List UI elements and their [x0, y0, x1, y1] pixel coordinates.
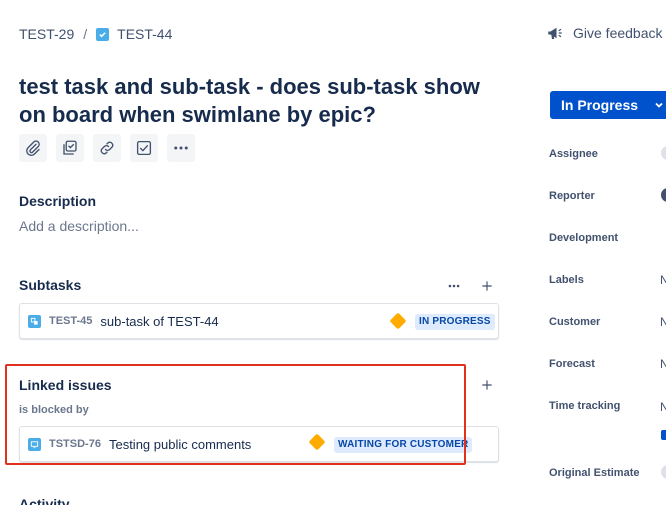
- service-request-icon: [28, 437, 41, 451]
- subtasks-more-button[interactable]: [444, 276, 464, 296]
- more-icon: [448, 284, 460, 288]
- priority-medium-icon: [389, 312, 407, 330]
- breadcrumb-separator: /: [83, 26, 88, 42]
- status-dropdown-button[interactable]: In Progress: [550, 91, 666, 119]
- original-estimate-label: Original Estimate: [549, 467, 640, 479]
- customer-label: Customer: [549, 316, 601, 328]
- subtask-type-icon: [28, 314, 41, 328]
- forecast-value[interactable]: N: [660, 357, 666, 371]
- breadcrumb-parent-link[interactable]: TEST-29: [19, 26, 74, 42]
- reporter-avatar[interactable]: [661, 188, 666, 202]
- megaphone-icon: [548, 27, 562, 39]
- forecast-label: Forecast: [549, 358, 595, 370]
- give-feedback-label: Give feedback: [573, 25, 663, 41]
- more-actions-button[interactable]: [167, 134, 195, 162]
- add-subtask-button[interactable]: [56, 134, 84, 162]
- issue-title[interactable]: test task and sub-task - does sub-task s…: [19, 73, 499, 129]
- link-icon: [100, 141, 114, 155]
- subtask-summary[interactable]: sub-task of TEST-44: [100, 314, 218, 329]
- assignee-avatar[interactable]: [661, 146, 666, 160]
- description-field[interactable]: Add a description...: [19, 218, 139, 234]
- priority-medium-icon: [308, 433, 326, 451]
- attach-button[interactable]: [19, 134, 47, 162]
- breadcrumb: TEST-29 / TEST-44: [19, 26, 172, 42]
- issue-toolbar: [19, 134, 195, 162]
- labels-value[interactable]: N: [660, 273, 666, 287]
- checkbox-icon: [136, 140, 152, 156]
- add-linked-issue-button[interactable]: [477, 375, 497, 395]
- task-type-icon: [96, 27, 110, 41]
- subtasks-heading: Subtasks: [19, 277, 82, 293]
- chevron-down-icon: [655, 102, 663, 108]
- plus-icon: [482, 281, 492, 291]
- reporter-label: Reporter: [549, 190, 595, 202]
- checklist-button[interactable]: [130, 134, 158, 162]
- subtask-row[interactable]: TEST-45 sub-task of TEST-44 IN PROGRESS: [19, 303, 499, 339]
- linked-issue-summary[interactable]: Testing public comments: [109, 437, 251, 452]
- linked-issue-status-lozenge[interactable]: WAITING FOR CUSTOMER: [334, 437, 473, 453]
- link-issue-button[interactable]: [93, 134, 121, 162]
- linked-issue-row[interactable]: TSTSD-76 Testing public comments WAITING…: [19, 426, 499, 462]
- linked-issues-heading: Linked issues: [19, 377, 112, 393]
- development-label: Development: [549, 232, 619, 244]
- paperclip-icon: [26, 140, 40, 156]
- more-icon: [174, 146, 188, 150]
- time-tracking-checkbox[interactable]: [661, 430, 666, 440]
- original-estimate-toggle[interactable]: [661, 465, 666, 479]
- time-tracking-value[interactable]: N: [660, 400, 666, 414]
- add-subtask-plus-button[interactable]: [477, 276, 497, 296]
- labels-label: Labels: [549, 274, 584, 286]
- breadcrumb-current-link[interactable]: TEST-44: [117, 26, 172, 42]
- assignee-label: Assignee: [549, 148, 598, 160]
- link-relation-label: is blocked by: [19, 404, 89, 416]
- linked-issue-key[interactable]: TSTSD-76: [49, 438, 101, 450]
- status-label: In Progress: [561, 97, 639, 113]
- plus-icon: [482, 380, 492, 390]
- give-feedback-button[interactable]: Give feedback: [546, 24, 663, 42]
- customer-value[interactable]: N: [660, 315, 666, 329]
- description-heading: Description: [19, 193, 97, 209]
- subtask-icon: [63, 140, 77, 155]
- time-tracking-label: Time tracking: [549, 400, 621, 412]
- subtask-status-lozenge[interactable]: IN PROGRESS: [415, 314, 495, 330]
- activity-heading: Activity: [19, 496, 70, 505]
- subtask-key[interactable]: TEST-45: [49, 315, 92, 327]
